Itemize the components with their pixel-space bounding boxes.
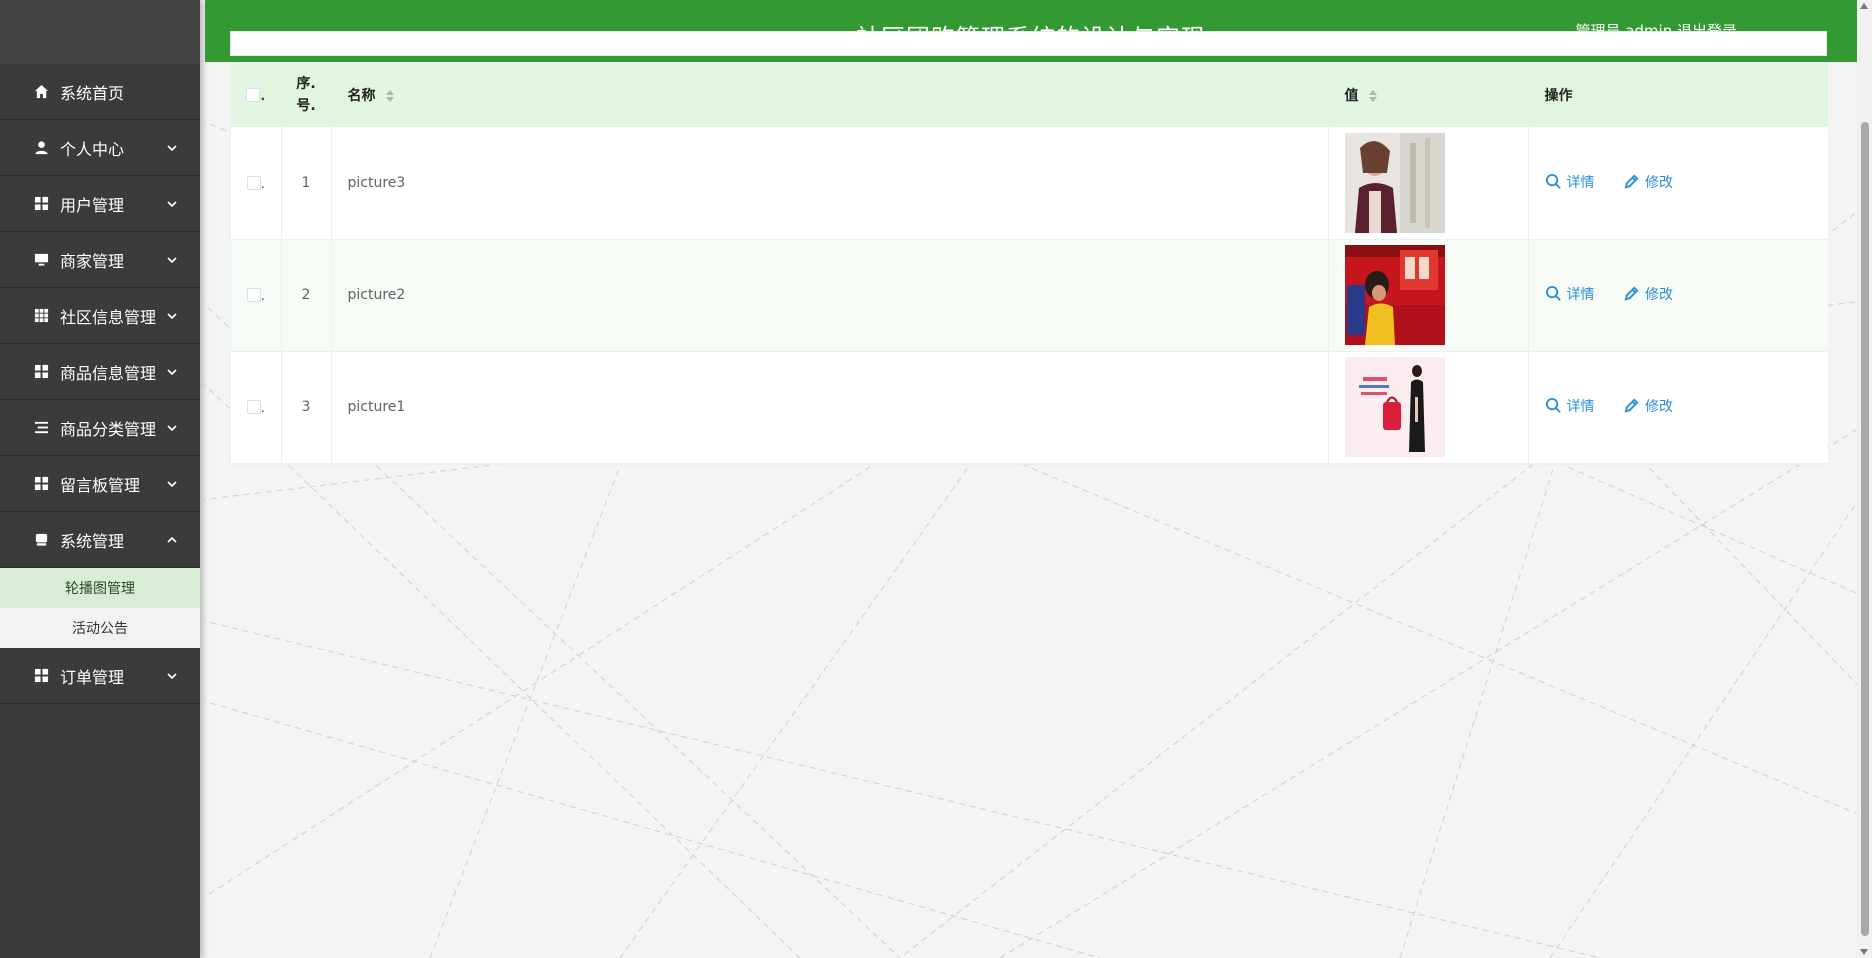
apps-icon xyxy=(32,307,50,325)
row-index: 1 xyxy=(281,127,332,240)
sidebar-item-system-management[interactable]: 系统管理 xyxy=(0,512,200,568)
name-header[interactable]: 名称 xyxy=(331,63,1329,127)
table-header-row: . 序. 号. 名称 值 操作 xyxy=(231,63,1828,127)
sidebar-item-label: 社区信息管理 xyxy=(60,307,157,327)
edit-button[interactable]: 修改 xyxy=(1623,284,1673,304)
sidebar-item-label: 商家管理 xyxy=(60,251,125,271)
value-header[interactable]: 值 xyxy=(1328,63,1529,127)
row-checkbox[interactable] xyxy=(246,288,261,302)
submenu-item-carousel[interactable]: 轮播图管理 xyxy=(0,568,200,608)
scrollbar-thumb[interactable] xyxy=(1861,122,1869,936)
chevron-down-icon xyxy=(166,363,178,376)
red-sale-banner-thumbnail[interactable] xyxy=(1344,245,1445,345)
sidebar: 系统首页 个人中心 用户管理 商家管理 社区信息管理 商品信息管理 商品分类管理… xyxy=(0,0,200,958)
sidebar-item-product-info[interactable]: 商品信息管理 xyxy=(0,344,200,400)
search-icon xyxy=(1545,286,1561,302)
chevron-down-icon xyxy=(166,139,178,152)
index-header: 序. 号. xyxy=(281,63,332,127)
sidebar-item-user-management[interactable]: 用户管理 xyxy=(0,176,200,232)
grid-icon xyxy=(32,667,50,685)
detail-button[interactable]: 详情 xyxy=(1545,396,1595,416)
edit-button[interactable]: 修改 xyxy=(1623,396,1673,416)
sort-icon[interactable] xyxy=(386,90,395,102)
sidebar-item-product-category[interactable]: 商品分类管理 xyxy=(0,400,200,456)
search-icon xyxy=(1545,173,1561,189)
woman-portrait-thumbnail[interactable] xyxy=(1344,132,1445,233)
chevron-down-icon xyxy=(166,251,178,264)
grid-icon xyxy=(32,195,50,213)
scroll-up-arrow-icon[interactable] xyxy=(1860,3,1868,9)
select-all-checkbox[interactable] xyxy=(246,88,261,102)
table-row: . 2 picture2 详情 修改 xyxy=(231,239,1828,352)
sidebar-item-label: 商品分类管理 xyxy=(60,419,157,439)
pencil-icon xyxy=(1624,286,1639,301)
table-row: . 3 picture1 详情 修改 xyxy=(231,351,1828,464)
ops-header: 操作 xyxy=(1544,88,1573,104)
sort-icon[interactable] xyxy=(1369,90,1378,102)
data-table: . 序. 号. 名称 值 操作 . 1 picture3 详情 修改 . 2 p… xyxy=(230,62,1828,465)
sidebar-item-label: 个人中心 xyxy=(60,139,125,159)
sidebar-item-personal-center[interactable]: 个人中心 xyxy=(0,120,200,176)
device-icon xyxy=(32,531,50,549)
detail-button[interactable]: 详情 xyxy=(1545,284,1595,304)
chevron-down-icon xyxy=(166,419,178,432)
row-index: 3 xyxy=(281,351,332,464)
chevron-down-icon xyxy=(166,195,178,208)
main-content: 社区团购管理系统的设计与实现 管理员 admin 退出登录 . 序. 号. 名称 xyxy=(200,0,1872,958)
row-name: picture2 xyxy=(331,239,1329,352)
detail-button[interactable]: 详情 xyxy=(1545,172,1595,192)
pencil-icon xyxy=(1624,174,1639,189)
vertical-scrollbar[interactable] xyxy=(1857,0,1872,958)
chevron-down-icon xyxy=(166,475,178,488)
search-bar-strip xyxy=(230,31,1827,56)
sidebar-item-home[interactable]: 系统首页 xyxy=(0,64,200,120)
chevron-down-icon xyxy=(166,307,178,320)
top-header: 社区团购管理系统的设计与实现 管理员 admin 退出登录 xyxy=(205,0,1857,62)
grid-icon xyxy=(32,363,50,381)
select-all-header[interactable]: . xyxy=(231,63,282,127)
sidebar-item-label: 订单管理 xyxy=(60,667,125,687)
sidebar-item-label: 系统管理 xyxy=(60,531,125,551)
table-row: . 1 picture3 详情 修改 xyxy=(231,127,1828,240)
sidebar-item-label: 用户管理 xyxy=(60,195,125,215)
edit-button[interactable]: 修改 xyxy=(1623,172,1673,192)
pencil-icon xyxy=(1624,398,1639,413)
sidebar-item-label: 系统首页 xyxy=(60,83,125,103)
user-icon xyxy=(32,139,50,157)
monitor-icon xyxy=(32,251,50,269)
chevron-up-icon xyxy=(166,531,178,543)
chevron-down-icon xyxy=(166,667,178,680)
grid-icon xyxy=(32,475,50,493)
sidebar-brand-area xyxy=(0,0,200,64)
sidebar-item-community-info[interactable]: 社区信息管理 xyxy=(0,288,200,344)
scroll-down-arrow-icon[interactable] xyxy=(1860,949,1868,955)
row-name: picture1 xyxy=(331,351,1329,464)
row-index: 2 xyxy=(281,239,332,352)
search-icon xyxy=(1545,398,1561,414)
submenu-item-announcements[interactable]: 活动公告 xyxy=(0,608,200,648)
list-icon xyxy=(32,419,50,437)
red-bag-ad-thumbnail[interactable] xyxy=(1344,357,1445,457)
sidebar-item-merchant-management[interactable]: 商家管理 xyxy=(0,232,200,288)
sidebar-item-message-board[interactable]: 留言板管理 xyxy=(0,456,200,512)
row-checkbox[interactable] xyxy=(246,400,261,414)
sidebar-item-label: 商品信息管理 xyxy=(60,363,157,383)
sidebar-item-label: 留言板管理 xyxy=(60,475,141,495)
sidebar-item-order-management[interactable]: 订单管理 xyxy=(0,648,200,704)
row-checkbox[interactable] xyxy=(246,175,261,190)
home-icon xyxy=(32,83,50,101)
row-name: picture3 xyxy=(331,127,1329,240)
system-submenu: 轮播图管理 活动公告 xyxy=(0,568,200,648)
